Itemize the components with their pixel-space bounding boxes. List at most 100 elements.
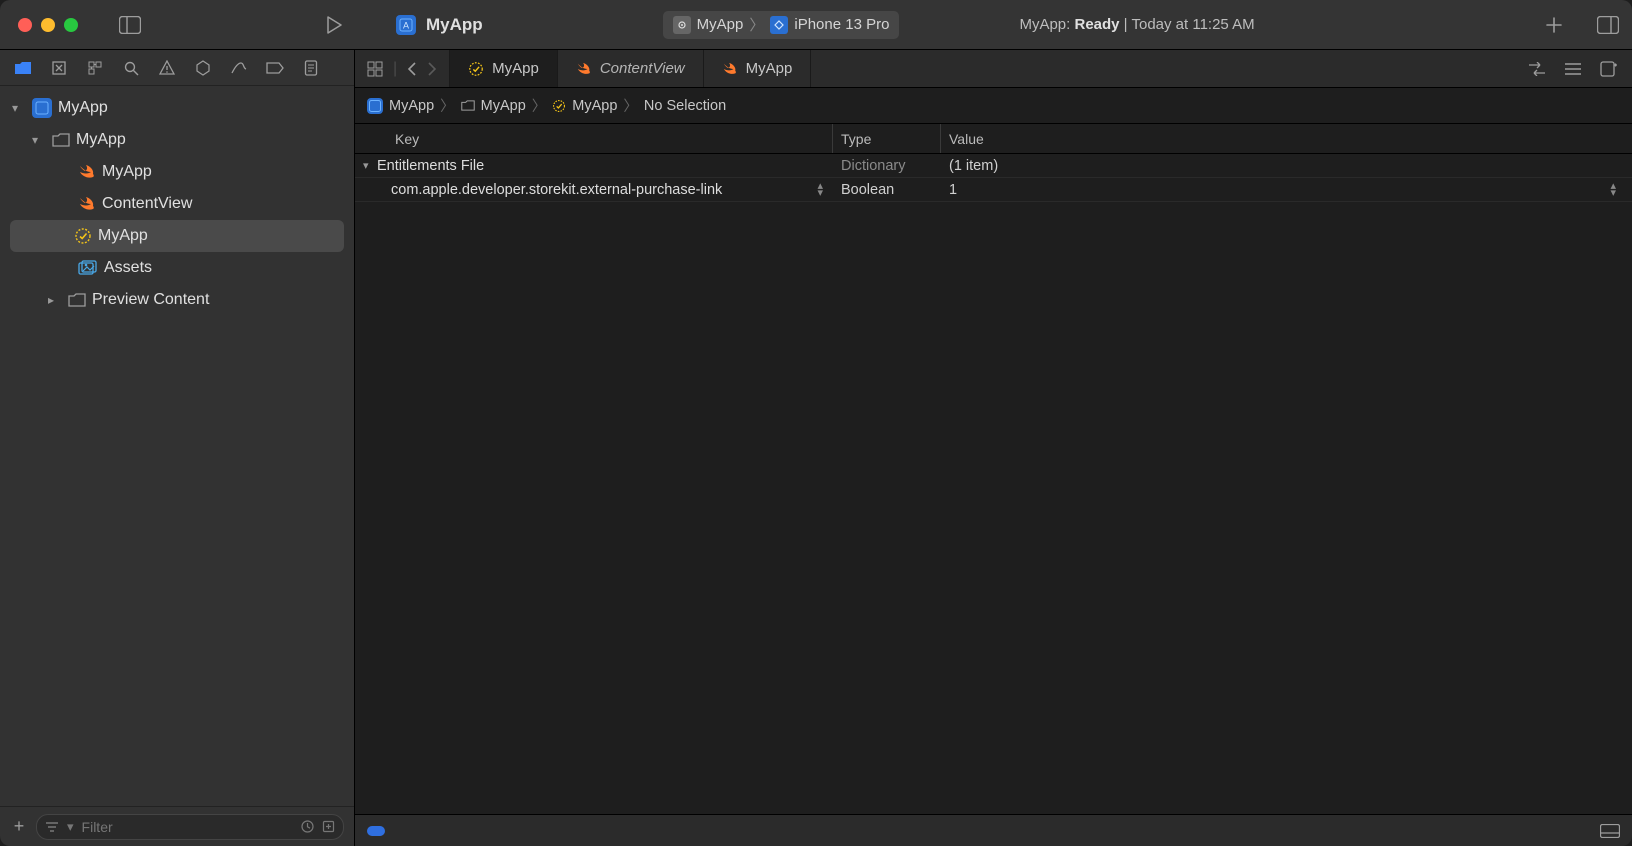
symbol-navigator-tab[interactable] (84, 57, 106, 79)
nav-forward-button[interactable] (427, 62, 437, 76)
plist-type[interactable]: Boolean (833, 182, 941, 198)
plist-row-root[interactable]: ▾ Entitlements File Dictionary (1 item) (355, 154, 1632, 178)
plist-type: Dictionary (833, 158, 941, 174)
plist-editor: Key Type Value ▾ Entitlements File Dicti… (355, 124, 1632, 814)
status-prefix: MyApp: (1019, 16, 1070, 33)
run-button[interactable] (322, 13, 346, 37)
path-segment[interactable]: MyApp (389, 98, 434, 114)
tree-file-swift[interactable]: MyApp (0, 156, 354, 188)
chevron-right-icon: 〉 (440, 95, 455, 116)
title-center: A MyApp (396, 15, 483, 35)
simulator-icon (770, 16, 788, 34)
tree-file-swift[interactable]: ContentView (0, 188, 354, 220)
editor-tab-entitlements[interactable]: MyApp (450, 50, 558, 87)
plist-value: (1 item) (941, 158, 1632, 174)
svg-text:A: A (403, 20, 409, 30)
project-tree: ▾ MyApp ▾ MyApp (0, 86, 354, 806)
navigator-footer: + ▾ (0, 806, 354, 846)
toggle-debug-area-button[interactable] (1600, 824, 1620, 838)
entitlements-icon (552, 99, 566, 113)
disclosure-triangle-icon[interactable]: ▸ (48, 293, 62, 307)
tab-label: ContentView (600, 60, 685, 77)
folder-icon (461, 100, 475, 111)
key-stepper[interactable]: ▴▾ (817, 183, 823, 197)
compare-button[interactable] (1528, 62, 1546, 76)
chevron-down-icon[interactable]: ▾ (67, 819, 74, 835)
status-sep: | (1120, 16, 1132, 33)
nav-back-button[interactable] (407, 62, 417, 76)
minimize-window-button[interactable] (41, 18, 55, 32)
tree-item-label: Preview Content (92, 291, 209, 309)
tree-file-assets[interactable]: Assets (0, 252, 354, 284)
plist-row-item[interactable]: com.apple.developer.storekit.external-pu… (355, 178, 1632, 202)
tab-label: MyApp (492, 60, 539, 77)
navigator: ▾ MyApp ▾ MyApp (0, 50, 355, 846)
add-button[interactable] (1542, 13, 1566, 37)
path-segment[interactable]: MyApp (572, 98, 617, 114)
plist-value[interactable]: 1 (949, 182, 957, 198)
path-segment[interactable]: MyApp (481, 98, 526, 114)
editor-tab-app[interactable]: MyApp (704, 50, 812, 87)
project-icon (32, 98, 52, 118)
column-header-value[interactable]: Value (941, 124, 1632, 153)
recent-icon[interactable] (301, 820, 314, 833)
disclosure-triangle-icon[interactable]: ▾ (363, 159, 377, 172)
editor-tab-contentview[interactable]: ContentView (558, 50, 704, 87)
filter-icon (45, 822, 59, 832)
window-body: ▾ MyApp ▾ MyApp (0, 50, 1632, 846)
breakpoint-navigator-tab[interactable] (264, 57, 286, 79)
assets-icon (78, 260, 98, 276)
tree-item-label: MyApp (98, 227, 148, 245)
tree-group[interactable]: ▾ MyApp (0, 124, 354, 156)
project-navigator-tab[interactable] (12, 57, 34, 79)
report-navigator-tab[interactable] (300, 57, 322, 79)
window-controls (18, 18, 78, 32)
toggle-navigator-button[interactable] (118, 13, 142, 37)
folder-icon (52, 133, 70, 147)
scheme-target-label: MyApp (697, 16, 744, 33)
scheme-selector[interactable]: MyApp 〉 iPhone 13 Pro (663, 11, 900, 39)
tree-item-label: ContentView (102, 195, 192, 213)
gear-icon (673, 16, 691, 34)
pathbar[interactable]: MyApp 〉 MyApp 〉 MyApp 〉 No Selection (355, 88, 1632, 124)
tree-item-label: Assets (104, 259, 152, 277)
xcode-window: A MyApp MyApp 〉 iPhone 13 Pro MyApp: Rea… (0, 0, 1632, 846)
issue-navigator-tab[interactable] (156, 57, 178, 79)
zoom-window-button[interactable] (64, 18, 78, 32)
add-file-button[interactable]: + (10, 816, 28, 837)
project-icon: A (396, 15, 416, 35)
swift-icon (78, 196, 96, 212)
filter-field[interactable]: ▾ (36, 814, 344, 840)
close-window-button[interactable] (18, 18, 32, 32)
add-editor-button[interactable] (1600, 61, 1618, 77)
disclosure-triangle-icon[interactable]: ▾ (12, 101, 26, 115)
editor-options-button[interactable] (1564, 62, 1582, 76)
related-items-button[interactable] (367, 61, 383, 77)
swift-icon (576, 62, 592, 76)
scheme-device-label: iPhone 13 Pro (794, 16, 889, 33)
tree-project-root[interactable]: ▾ MyApp (0, 92, 354, 124)
scm-filter-icon[interactable] (322, 820, 335, 833)
debug-navigator-tab[interactable] (228, 57, 250, 79)
value-stepper[interactable]: ▴▾ (1610, 183, 1616, 197)
column-header-type[interactable]: Type (833, 124, 941, 153)
status-time: Today at 11:25 AM (1131, 16, 1254, 33)
find-navigator-tab[interactable] (120, 57, 142, 79)
toggle-inspectors-button[interactable] (1596, 13, 1620, 37)
column-header-key[interactable]: Key (355, 124, 833, 153)
disclosure-triangle-icon[interactable]: ▾ (32, 133, 46, 147)
path-segment[interactable]: No Selection (644, 98, 726, 114)
test-navigator-tab[interactable] (192, 57, 214, 79)
tree-folder-preview[interactable]: ▸ Preview Content (0, 284, 354, 316)
debug-bar (355, 814, 1632, 846)
folder-icon (68, 293, 86, 307)
filter-input[interactable] (82, 819, 293, 835)
swift-icon (722, 62, 738, 76)
source-control-navigator-tab[interactable] (48, 57, 70, 79)
tree-file-entitlements[interactable]: MyApp (10, 220, 344, 252)
breakpoints-toggle[interactable] (367, 826, 385, 836)
editor-area: | MyApp ContentView (355, 50, 1632, 846)
tree-item-label: MyApp (58, 99, 108, 117)
project-title[interactable]: MyApp (426, 15, 483, 35)
tab-label: MyApp (746, 60, 793, 77)
